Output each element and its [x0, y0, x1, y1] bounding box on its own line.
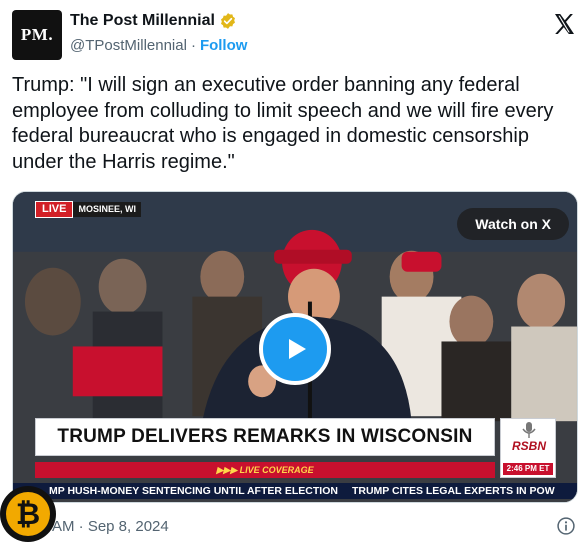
live-coverage-bar: ▶▶▶ LIVE COVERAGE — [35, 462, 495, 478]
live-tag: LIVE MOSINEE, WI — [35, 201, 141, 218]
lower-third-title: TRUMP DELIVERS REMARKS IN WISCONSIN — [57, 426, 473, 447]
handle-row: @TPostMillennial · Follow — [70, 37, 247, 54]
network-bug: RSBN 2:46 PM ET — [500, 418, 556, 478]
tweet-header: PM. The Post Millennial @TPostMillennial… — [12, 10, 578, 62]
live-label: LIVE — [35, 201, 74, 218]
lower-third: TRUMP DELIVERS REMARKS IN WISCONSIN — [35, 418, 495, 456]
bitcoin-symbol: ₿ — [6, 492, 50, 536]
ticker-item: TRUMP CITES LEGAL EXPERTS IN POW — [351, 485, 555, 497]
separator: · — [190, 37, 196, 54]
news-ticker: MP HUSH-MONEY SENTENCING UNTIL AFTER ELE… — [13, 483, 577, 499]
display-name[interactable]: The Post Millennial — [70, 12, 215, 30]
network-logo: RSBN — [511, 439, 546, 453]
x-logo-icon[interactable] — [552, 12, 576, 36]
play-icon — [289, 339, 306, 359]
microphone-icon — [522, 422, 536, 438]
handle[interactable]: @TPostMillennial — [70, 37, 187, 54]
play-button[interactable] — [259, 313, 331, 385]
video-player[interactable]: LIVE MOSINEE, WI Watch on X TRUMP DELIVE… — [12, 191, 578, 503]
live-location: MOSINEE, WI — [73, 202, 141, 217]
verified-badge-icon — [220, 13, 235, 29]
tweet-text: Trump: "I will sign an executive order b… — [12, 74, 554, 173]
info-icon[interactable] — [556, 516, 576, 536]
avatar[interactable]: PM. — [12, 10, 62, 60]
ticker-item: MP HUSH-MONEY SENTENCING UNTIL AFTER ELE… — [49, 485, 338, 497]
bitcoin-icon: ₿ — [0, 486, 56, 542]
name-row: The Post Millennial — [70, 12, 237, 30]
watch-on-x-button[interactable]: Watch on X — [457, 208, 569, 240]
network-time: 2:46 PM ET — [503, 463, 553, 475]
timestamp[interactable]: AM · Sep 8, 2024 — [52, 518, 169, 535]
follow-button[interactable]: Follow — [200, 37, 248, 54]
